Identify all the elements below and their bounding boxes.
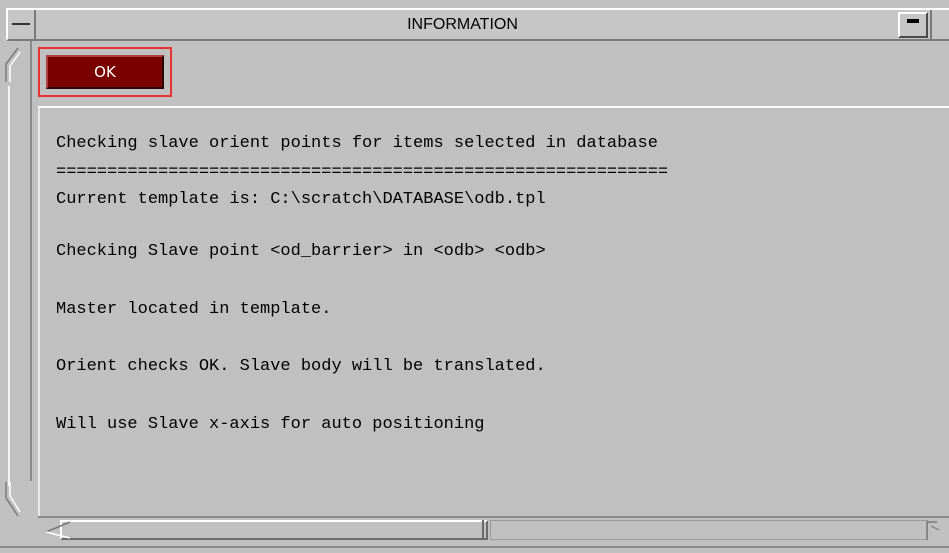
scroll-left-icon[interactable] xyxy=(42,520,72,540)
output-line: Orient checks OK. Slave body will be tra… xyxy=(56,357,546,376)
resize-corner-top-left[interactable] xyxy=(4,44,30,84)
minimize-icon xyxy=(907,19,919,23)
output-line: Master located in template. xyxy=(56,300,332,319)
output-line: Will use Slave x-axis for auto positioni… xyxy=(56,415,485,434)
scrollbar-thumb[interactable] xyxy=(60,520,488,540)
scroll-right-icon[interactable] xyxy=(925,518,949,542)
title-bar[interactable]: INFORMATION xyxy=(6,8,949,41)
horizontal-scrollbar[interactable] xyxy=(38,516,949,542)
title-bar-edge xyxy=(930,10,949,39)
resize-corner-bottom-left[interactable] xyxy=(4,480,30,520)
output-text-area[interactable]: Checking slave orient points for items s… xyxy=(38,108,949,516)
ok-button-focus-ring: OK xyxy=(38,47,172,97)
output-rule-line: ========================================… xyxy=(56,163,669,182)
information-dialog: INFORMATION OK Checking slave orient poi… xyxy=(0,0,949,553)
left-frame xyxy=(8,41,32,516)
output-line: Checking Slave point <od_barrier> in <od… xyxy=(56,242,546,261)
window-title: INFORMATION xyxy=(407,16,518,33)
window-menu-button[interactable] xyxy=(8,10,36,39)
minimize-button[interactable] xyxy=(898,12,928,38)
button-bar: OK xyxy=(38,47,949,107)
output-line: Checking slave orient points for items s… xyxy=(56,134,658,153)
scrollbar-track[interactable] xyxy=(490,520,928,540)
window-menu-icon xyxy=(12,23,30,25)
output-lines: Checking slave orient points for items s… xyxy=(56,132,668,447)
bottom-edge xyxy=(0,546,949,548)
ok-button[interactable]: OK xyxy=(46,55,164,89)
output-line: Current template is: C:\scratch\DATABASE… xyxy=(56,190,546,209)
